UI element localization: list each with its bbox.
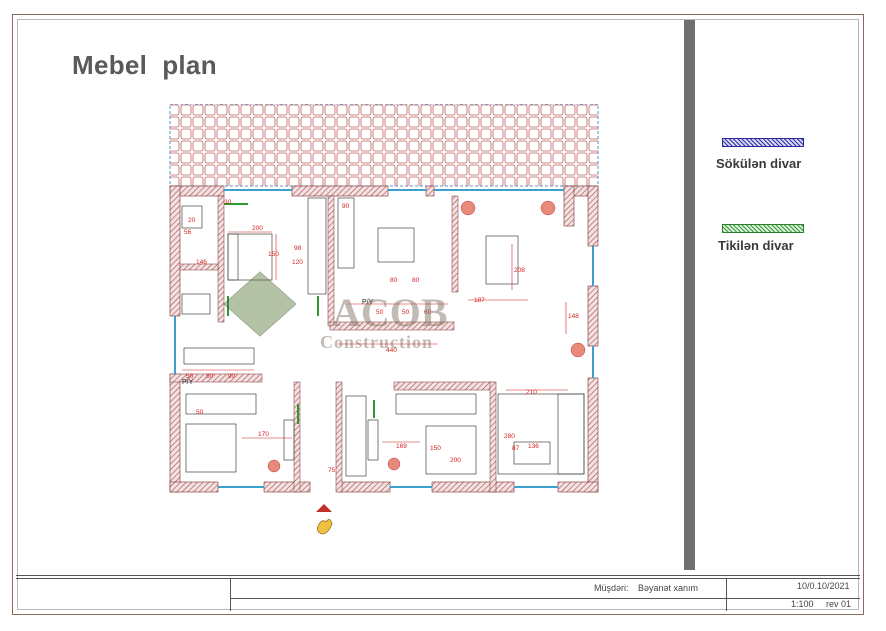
company-watermark: ACOB Construction (223, 271, 448, 352)
dim-label: 187 (474, 297, 485, 304)
page-title: Mebel plan (72, 50, 217, 80)
sheet-divider (684, 20, 695, 570)
removed-wall-swatch (722, 138, 804, 147)
dim-label: 120 (292, 259, 303, 266)
north-arrow-icon (316, 504, 333, 535)
removed-wall-label: Sökülən divar (716, 156, 802, 171)
dim-label: 208 (514, 267, 525, 274)
title-block-top-rule (16, 575, 860, 576)
terrace-tiles (169, 104, 599, 187)
dim-label: 150 (268, 251, 279, 258)
dim-label: 50 (206, 373, 214, 380)
title-block-sep-2 (726, 578, 727, 611)
scale-value: 1:100 (791, 599, 814, 609)
dim-label: 136 (528, 443, 539, 450)
dim-label: 90 (228, 373, 236, 380)
dim-label: 200 (252, 225, 263, 232)
dim-label: 200 (450, 457, 461, 464)
watermark-brand: ACOB (332, 290, 448, 335)
dim-label: 150 (430, 445, 441, 452)
dim-label: 80 (390, 277, 398, 284)
dim-label: 30 (224, 199, 232, 206)
dim-label: 20 (188, 217, 196, 224)
dim-label: 80 (412, 277, 420, 284)
built-wall-swatch (722, 224, 804, 233)
revision-value: rev 01 (826, 599, 852, 609)
dim-label: 56 (184, 229, 192, 236)
client-label: Müşdəri: (594, 583, 629, 593)
dim-label: 90 (342, 203, 350, 210)
built-wall-label: Tikilən divar (718, 238, 794, 253)
watermark-sub: Construction (320, 332, 433, 352)
dim-label: 75 (328, 467, 336, 474)
client-value: Bəyanət xanım (638, 583, 699, 593)
dim-label: 87 (512, 445, 520, 452)
room-tag: P/Y (182, 379, 194, 386)
title-block-top-rule-2 (16, 578, 860, 579)
date-value: 10/0.10/2021 (797, 581, 850, 591)
dim-label: 169 (396, 443, 407, 450)
title-block-mid-rule (230, 598, 860, 599)
title-block-sep-1 (230, 578, 231, 611)
dim-label: 98 (294, 245, 302, 252)
dim-label: 146 (196, 259, 207, 266)
dim-label: 210 (526, 389, 537, 396)
floor-plan: 200 150 98 120 80 80 50 50 60 187 208 14… (169, 104, 599, 493)
dim-label: 280 (504, 433, 515, 440)
dim-label: 50 (196, 409, 204, 416)
dim-label: 170 (258, 431, 269, 438)
dim-label: 148 (568, 313, 579, 320)
